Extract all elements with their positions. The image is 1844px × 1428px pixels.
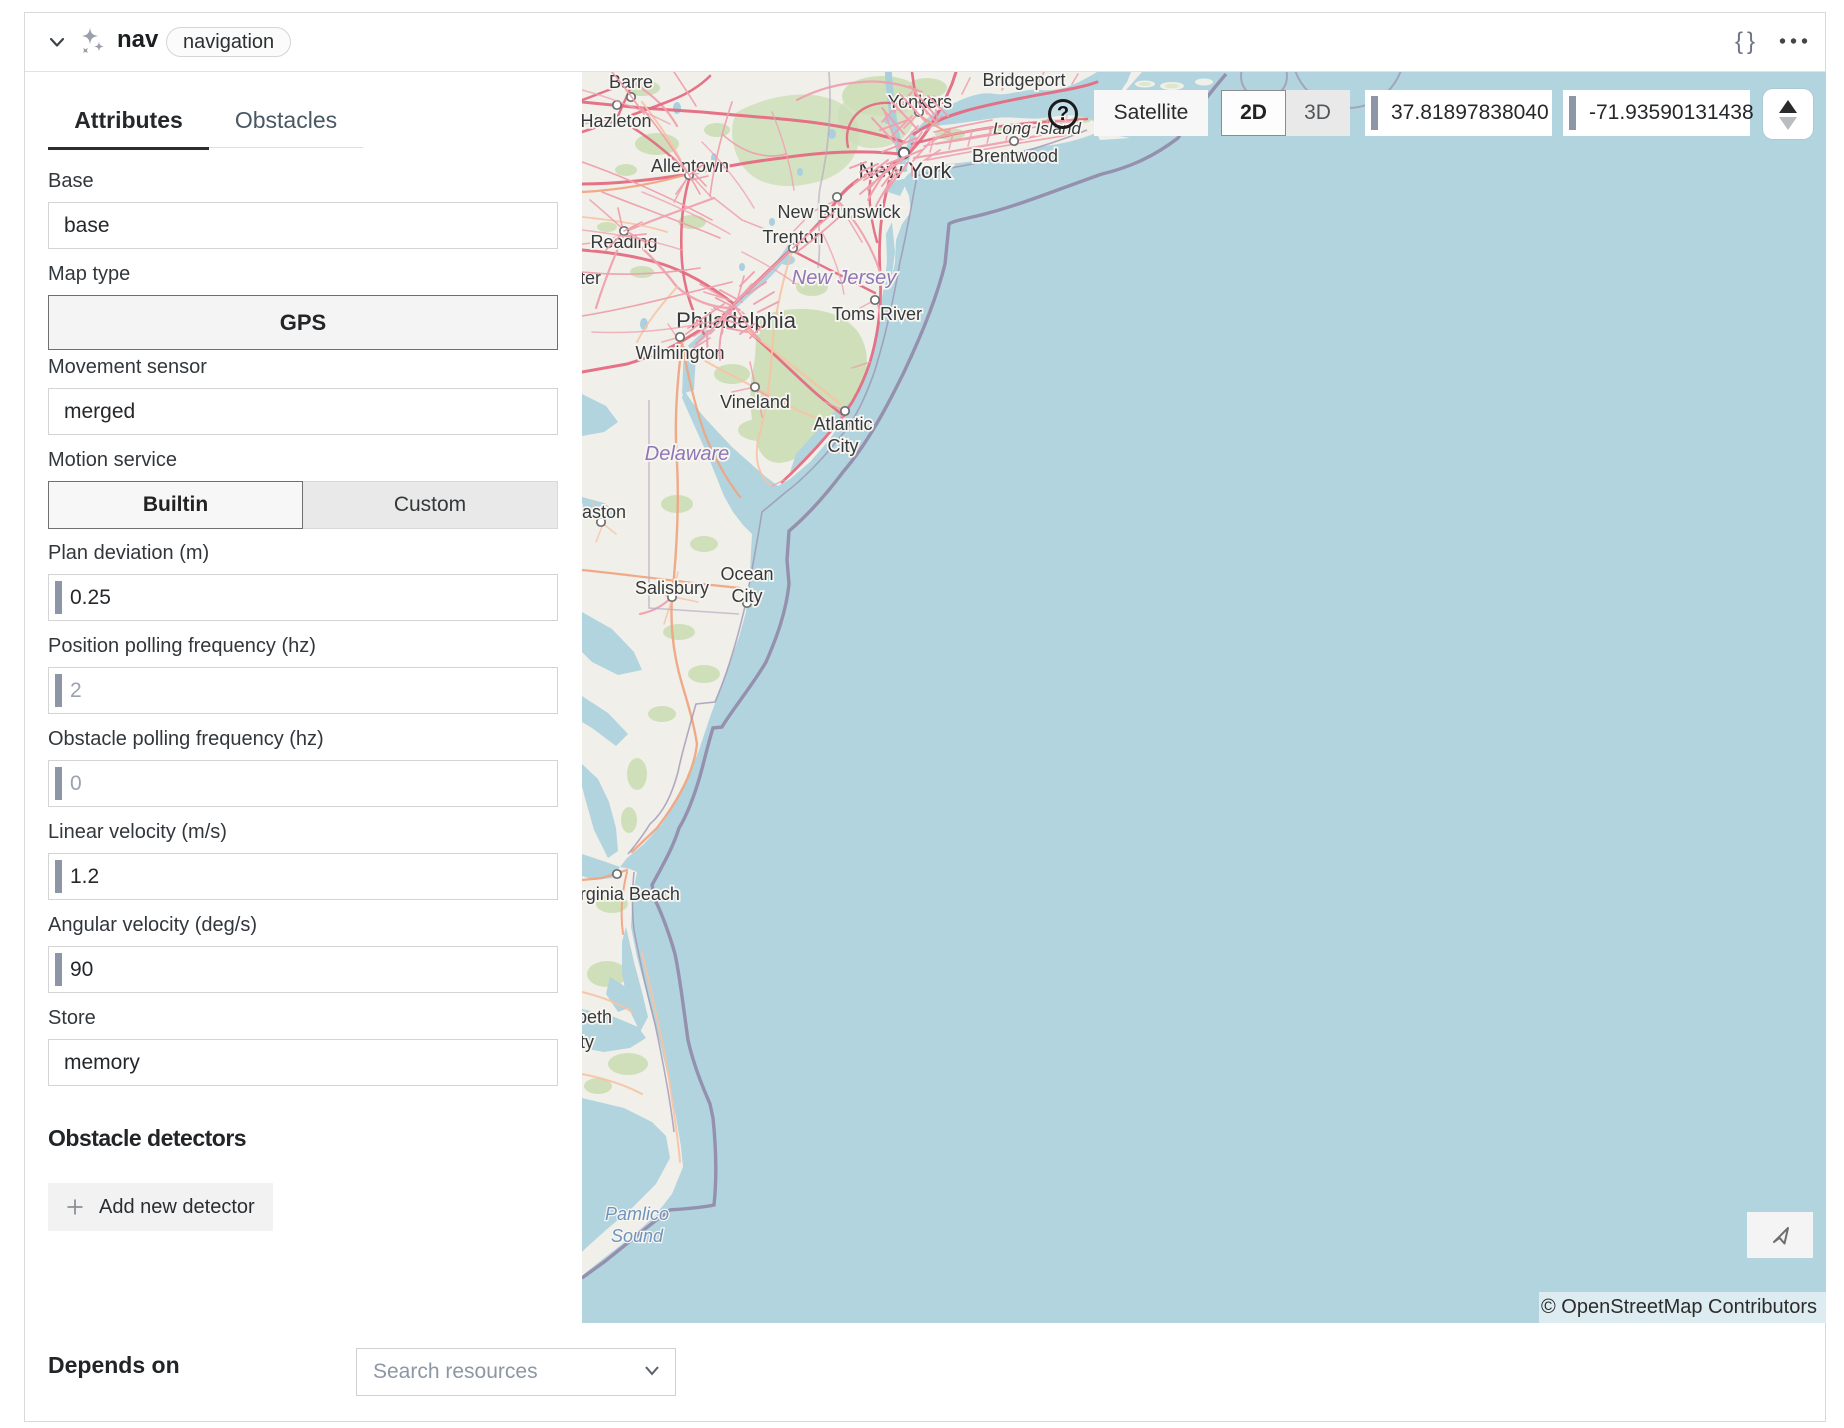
svg-text:Wilmington: Wilmington bbox=[635, 343, 724, 363]
svg-text:Pamlico: Pamlico bbox=[605, 1204, 669, 1224]
svg-text:Atlantic: Atlantic bbox=[813, 414, 872, 434]
svg-text:New York: New York bbox=[859, 158, 953, 183]
svg-text:Delaware: Delaware bbox=[645, 443, 729, 465]
svg-text:New Brunswick: New Brunswick bbox=[777, 202, 901, 222]
svg-text:City: City bbox=[828, 436, 859, 456]
svg-text:Ocean: Ocean bbox=[720, 564, 773, 584]
svg-text:Toms River: Toms River bbox=[832, 304, 922, 324]
svg-text:ter: ter bbox=[582, 268, 601, 288]
svg-text:Bridgeport: Bridgeport bbox=[982, 72, 1065, 90]
svg-text:Salisbury: Salisbury bbox=[635, 578, 709, 598]
svg-text:Barre: Barre bbox=[609, 72, 653, 92]
svg-text:Hazleton: Hazleton bbox=[582, 111, 652, 131]
svg-text:Brentwood: Brentwood bbox=[972, 146, 1058, 166]
svg-text:New Jersey: New Jersey bbox=[792, 267, 897, 289]
svg-text:Reading: Reading bbox=[590, 232, 657, 252]
svg-text:City: City bbox=[732, 586, 763, 606]
svg-text:Vineland: Vineland bbox=[720, 392, 790, 412]
svg-text:City: City bbox=[582, 1032, 594, 1052]
svg-text:Virginia Beach: Virginia Beach bbox=[582, 884, 680, 904]
svg-text:Trenton: Trenton bbox=[762, 227, 823, 247]
svg-text:Sound: Sound bbox=[611, 1226, 664, 1246]
svg-text:Easton: Easton bbox=[582, 502, 626, 522]
svg-text:Elizabeth: Elizabeth bbox=[582, 1007, 612, 1027]
